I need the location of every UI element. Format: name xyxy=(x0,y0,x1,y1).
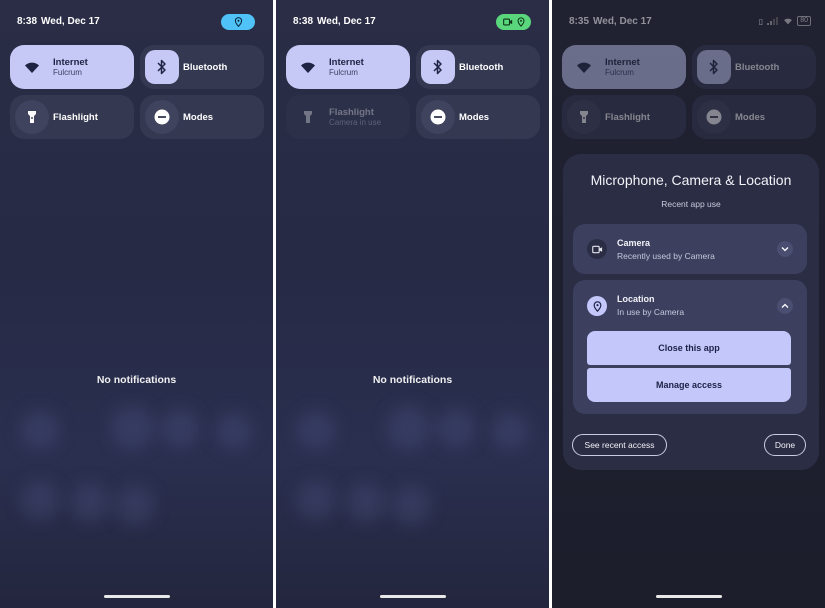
flashlight-status: Camera in use xyxy=(329,117,382,127)
bluetooth-icon xyxy=(145,50,179,84)
status-time: 8:38 xyxy=(293,16,314,27)
location-icon xyxy=(234,17,242,27)
location-icon xyxy=(517,17,524,27)
bluetooth-icon xyxy=(697,50,731,84)
status-time: 8:35 xyxy=(569,16,590,27)
location-permission-card[interactable]: Location In use by Camera Close this app… xyxy=(573,280,807,414)
modes-icon xyxy=(145,100,179,134)
camera-icon xyxy=(587,239,607,259)
modes-icon xyxy=(421,100,455,134)
bluetooth-label: Bluetooth xyxy=(735,61,780,73)
internet-tile[interactable]: Internet Fulcrum xyxy=(10,45,134,89)
location-icon xyxy=(587,296,607,316)
status-date: Wed, Dec 17 xyxy=(317,16,376,27)
status-bar: 8:35 Wed, Dec 17 ▯ 80 xyxy=(552,0,825,44)
internet-label: Internet xyxy=(329,56,364,68)
privacy-indicator-chip[interactable] xyxy=(221,14,255,30)
flashlight-tile-disabled: Flashlight Camera in use xyxy=(286,95,410,139)
status-date: Wed, Dec 17 xyxy=(593,16,652,27)
status-bar: 8:38 Wed, Dec 17 xyxy=(0,0,273,44)
chevron-up-icon[interactable] xyxy=(777,298,793,314)
modes-tile[interactable]: Modes xyxy=(692,95,816,139)
panel-privacy-dialog: 8:35 Wed, Dec 17 ▯ 80 Internet Fulcrum B… xyxy=(552,0,825,608)
internet-network-name: Fulcrum xyxy=(605,67,634,77)
home-gesture-bar[interactable] xyxy=(655,595,722,598)
modes-tile[interactable]: Modes xyxy=(140,95,264,139)
privacy-indicator-chip[interactable] xyxy=(496,14,531,30)
wifi-icon xyxy=(567,50,601,84)
no-notifications-text: No notifications xyxy=(96,374,177,386)
dialog-title: Microphone, Camera & Location xyxy=(590,172,792,188)
location-permission-desc: In use by Camera xyxy=(617,307,685,317)
close-this-app-button[interactable]: Close this app xyxy=(587,331,791,365)
bluetooth-tile[interactable]: Bluetooth xyxy=(140,45,264,89)
flashlight-label: Flashlight xyxy=(53,111,98,123)
modes-label: Modes xyxy=(735,111,766,123)
flashlight-icon xyxy=(567,100,601,134)
internet-tile[interactable]: Internet Fulcrum xyxy=(562,45,686,89)
status-bar: 8:38 Wed, Dec 17 xyxy=(276,0,549,44)
privacy-dialog: Microphone, Camera & Location Recent app… xyxy=(563,154,819,470)
internet-network-name: Fulcrum xyxy=(329,67,358,77)
flashlight-tile[interactable]: Flashlight xyxy=(562,95,686,139)
flashlight-label: Flashlight xyxy=(329,106,374,118)
modes-icon xyxy=(697,100,731,134)
camera-permission-desc: Recently used by Camera xyxy=(617,251,715,261)
flashlight-icon xyxy=(291,100,325,134)
bluetooth-label: Bluetooth xyxy=(183,61,228,73)
battery-indicator: 80 xyxy=(797,16,811,26)
dialog-subtitle: Recent app use xyxy=(661,199,721,209)
chevron-down-icon[interactable] xyxy=(777,241,793,257)
status-icons: ▯ 80 xyxy=(759,16,811,26)
wifi-status-icon xyxy=(784,18,793,25)
wifi-icon xyxy=(15,50,49,84)
panel-camera-and-location: 8:38 Wed, Dec 17 Internet Fulcrum Blueto… xyxy=(276,0,549,608)
modes-tile[interactable]: Modes xyxy=(416,95,540,139)
camera-icon xyxy=(502,18,512,26)
home-gesture-bar[interactable] xyxy=(379,595,446,598)
done-button[interactable]: Done xyxy=(764,434,806,456)
see-recent-access-button[interactable]: See recent access xyxy=(572,434,667,456)
signal-icon xyxy=(767,17,779,25)
bluetooth-icon xyxy=(421,50,455,84)
modes-label: Modes xyxy=(183,111,214,123)
bluetooth-tile[interactable]: Bluetooth xyxy=(692,45,816,89)
internet-label: Internet xyxy=(605,56,640,68)
wifi-icon xyxy=(291,50,325,84)
status-time: 8:38 xyxy=(17,16,38,27)
no-notifications-text: No notifications xyxy=(372,374,453,386)
home-gesture-bar[interactable] xyxy=(103,595,170,598)
camera-permission-title: Camera xyxy=(617,238,651,248)
flashlight-icon xyxy=(15,100,49,134)
modes-label: Modes xyxy=(459,111,490,123)
location-permission-title: Location xyxy=(617,294,655,304)
camera-permission-card[interactable]: Camera Recently used by Camera xyxy=(573,224,807,274)
internet-tile[interactable]: Internet Fulcrum xyxy=(286,45,410,89)
status-date: Wed, Dec 17 xyxy=(41,16,100,27)
flashlight-tile[interactable]: Flashlight xyxy=(10,95,134,139)
manage-access-button[interactable]: Manage access xyxy=(587,368,791,402)
panel-location-only: 8:38 Wed, Dec 17 Internet Fulcrum Blueto… xyxy=(0,0,273,608)
bluetooth-tile[interactable]: Bluetooth xyxy=(416,45,540,89)
flashlight-label: Flashlight xyxy=(605,111,650,123)
internet-network-name: Fulcrum xyxy=(53,67,82,77)
vibrate-icon: ▯ xyxy=(758,16,764,26)
internet-label: Internet xyxy=(53,56,88,68)
bluetooth-label: Bluetooth xyxy=(459,61,504,73)
